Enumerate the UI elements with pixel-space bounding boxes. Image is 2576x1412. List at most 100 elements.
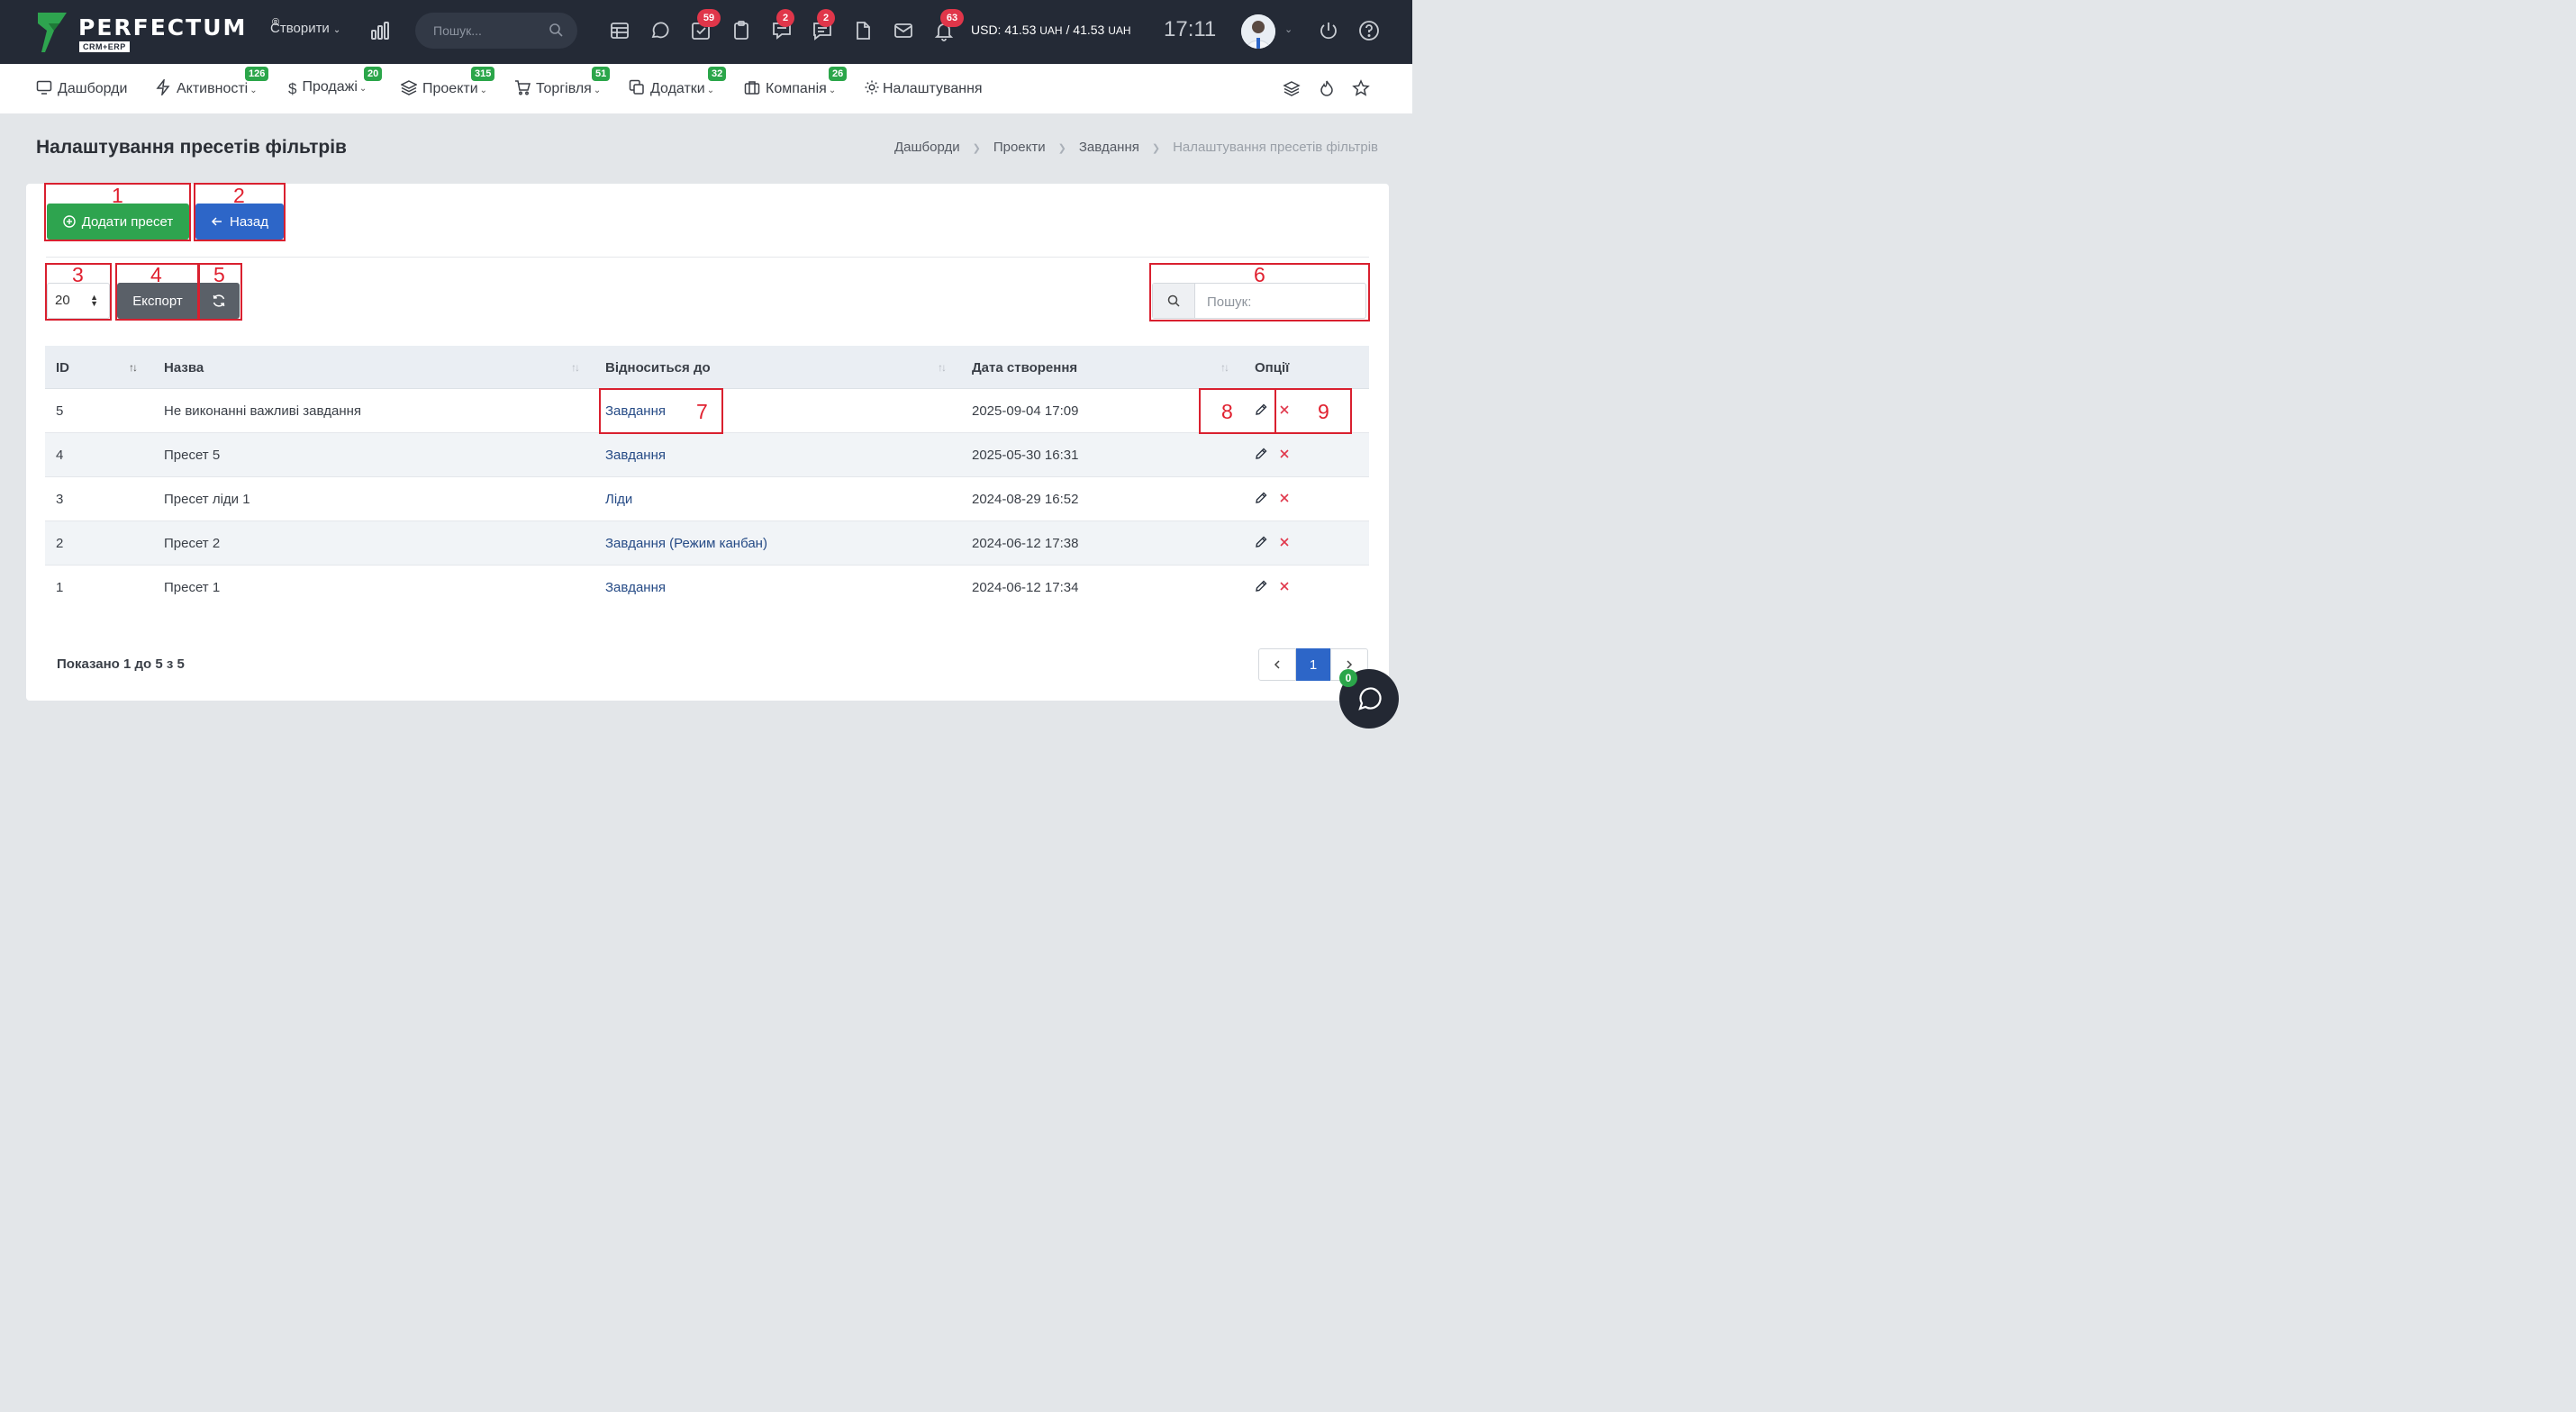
nav-item-company[interactable]: Компанія ⌄ 26: [744, 67, 848, 97]
document-icon[interactable]: [852, 20, 874, 41]
cell-id: 5: [56, 403, 64, 419]
delete-icon[interactable]: [1277, 535, 1293, 551]
fire-icon[interactable]: [1318, 79, 1336, 97]
cell-date: 2025-05-30 16:31: [972, 448, 1079, 463]
power-icon[interactable]: [1318, 20, 1339, 41]
delete-icon[interactable]: [1277, 579, 1293, 595]
calendar-table-icon[interactable]: [609, 20, 630, 41]
col-header-relates[interactable]: Відноситься до: [605, 360, 711, 376]
presets-card: Додати пресет Назад 20 ▲▼ Експорт ID ↑↓ …: [26, 184, 1389, 701]
chat-bubble-icon[interactable]: [649, 20, 671, 41]
sort-icon[interactable]: ↑↓: [571, 361, 580, 374]
nav-badge: 126: [245, 67, 269, 81]
edit-icon[interactable]: [1254, 535, 1270, 551]
breadcrumb-dashboards[interactable]: Дашборди: [894, 140, 960, 155]
breadcrumb-projects[interactable]: Проекти: [993, 140, 1046, 155]
add-preset-label: Додати пресет: [81, 213, 174, 230]
mail-icon[interactable]: [893, 20, 914, 41]
nav-item-activities[interactable]: Активності ⌄ 126: [155, 67, 269, 97]
sort-icon[interactable]: ↑↓: [938, 361, 947, 374]
export-label: Експорт: [132, 293, 183, 309]
cell-date: 2025-09-04 17:09: [972, 403, 1079, 419]
cell-relates-link[interactable]: Ліди: [605, 492, 632, 507]
edit-icon[interactable]: [1254, 491, 1270, 507]
cell-relates-link[interactable]: Завдання: [605, 403, 666, 419]
pagination-page[interactable]: 1: [1296, 648, 1330, 681]
nav-label: Продажі: [302, 79, 358, 95]
nav-item-sales[interactable]: $ Продажі ⌄ 20: [288, 67, 383, 97]
col-header-date[interactable]: Дата створення: [972, 360, 1077, 376]
clipboard-icon[interactable]: [730, 20, 752, 41]
messages-icon[interactable]: 2: [771, 9, 794, 41]
back-button[interactable]: Назад: [195, 204, 284, 240]
delete-icon[interactable]: [1277, 491, 1293, 507]
layers-icon[interactable]: [1283, 79, 1301, 97]
annotation-number: 9: [1318, 400, 1329, 423]
chevron-right-icon: ❯: [1057, 143, 1066, 154]
avatar[interactable]: [1241, 14, 1275, 49]
gear-icon: [865, 80, 879, 95]
chevron-down-icon: ⌄: [479, 86, 488, 95]
star-icon[interactable]: [1352, 79, 1370, 97]
logo-text: PERFECTUM: [78, 14, 248, 41]
notes-badge: 2: [817, 9, 835, 27]
top-search-input[interactable]: [433, 22, 550, 40]
tasks-badge: 59: [697, 9, 721, 27]
bell-icon[interactable]: 63: [933, 9, 964, 41]
reload-button[interactable]: [198, 283, 240, 319]
annotation-number: 5: [213, 263, 225, 286]
cart-icon: [515, 80, 531, 95]
chevron-right-icon: ❯: [972, 143, 981, 154]
delete-icon[interactable]: [1277, 447, 1293, 463]
nav-item-projects[interactable]: Проекти ⌄ 315: [401, 67, 495, 97]
main-nav: Дашборди Активності ⌄ 126 $ Продажі ⌄ 20 Пр…: [0, 64, 1412, 113]
cell-name: Пресет ліди 1: [164, 492, 250, 507]
logo[interactable]: PERFECTUM CRM+ERP ®: [36, 9, 279, 56]
nav-item-dashboards[interactable]: Дашборди: [36, 79, 127, 97]
page-length-select[interactable]: 20 ▲ ▼: [47, 283, 110, 319]
nav-label: Дашборди: [58, 81, 128, 96]
presets-table: ID ↑↓ Назва ↑↓ Відноситься до ↑↓ Дата ст…: [45, 346, 1369, 610]
cell-name: Пресет 5: [164, 448, 221, 463]
bar-chart-icon[interactable]: [369, 20, 391, 41]
chevron-down-icon[interactable]: ⌄: [1284, 23, 1293, 35]
delete-icon[interactable]: [1277, 403, 1293, 419]
briefcase-icon: [744, 81, 760, 95]
annotation-number: 8: [1221, 400, 1233, 423]
sort-desc-icon[interactable]: ↑↓: [129, 361, 138, 374]
nav-item-trade[interactable]: Торгівля ⌄ 51: [514, 67, 611, 97]
cell-name: Не виконанні важливі завдання: [164, 403, 362, 419]
currency-unit: UAH: [1039, 24, 1063, 37]
cell-relates-link[interactable]: Завдання (Режим канбан): [605, 536, 767, 551]
layers-icon: [401, 80, 417, 95]
breadcrumb: Дашборди ❯ Проекти ❯ Завдання ❯ Налаштування п…: [894, 140, 1378, 155]
user-avatar-icon: [1241, 14, 1275, 49]
monitor-icon: [36, 80, 52, 95]
search-icon[interactable]: [549, 23, 563, 37]
sort-icon[interactable]: ↑↓: [1220, 361, 1229, 374]
col-header-name[interactable]: Назва: [164, 360, 204, 376]
chevron-down-icon: ⌄: [593, 86, 602, 95]
breadcrumb-tasks[interactable]: Завдання: [1079, 140, 1139, 155]
edit-icon[interactable]: [1254, 579, 1270, 595]
pagination-prev[interactable]: [1258, 648, 1296, 681]
cell-relates-link[interactable]: Завдання: [605, 448, 666, 463]
edit-icon[interactable]: [1254, 447, 1270, 463]
cell-date: 2024-06-12 17:38: [972, 536, 1079, 551]
nav-label: Додатки: [650, 81, 705, 96]
notes-icon[interactable]: 2: [812, 9, 835, 41]
annotation-number: 2: [233, 184, 245, 207]
table-search-input[interactable]: [1207, 293, 1351, 311]
nav-item-addons[interactable]: Додатки ⌄ 32: [629, 67, 727, 97]
tasks-check-icon[interactable]: 59: [690, 9, 721, 41]
cell-relates-link[interactable]: Завдання: [605, 580, 666, 595]
help-icon[interactable]: [1358, 20, 1380, 41]
add-preset-button[interactable]: Додати пресет: [47, 204, 189, 240]
col-header-id[interactable]: ID: [56, 360, 69, 376]
nav-item-settings[interactable]: Налаштування: [864, 79, 983, 97]
annotation-number: 6: [1254, 263, 1265, 286]
create-menu-button[interactable]: Створити ⌄: [270, 21, 340, 36]
edit-icon[interactable]: [1254, 403, 1270, 419]
breadcrumb-current: Налаштування пресетів фільтрів: [1173, 140, 1378, 155]
export-button[interactable]: Експорт: [117, 283, 198, 319]
